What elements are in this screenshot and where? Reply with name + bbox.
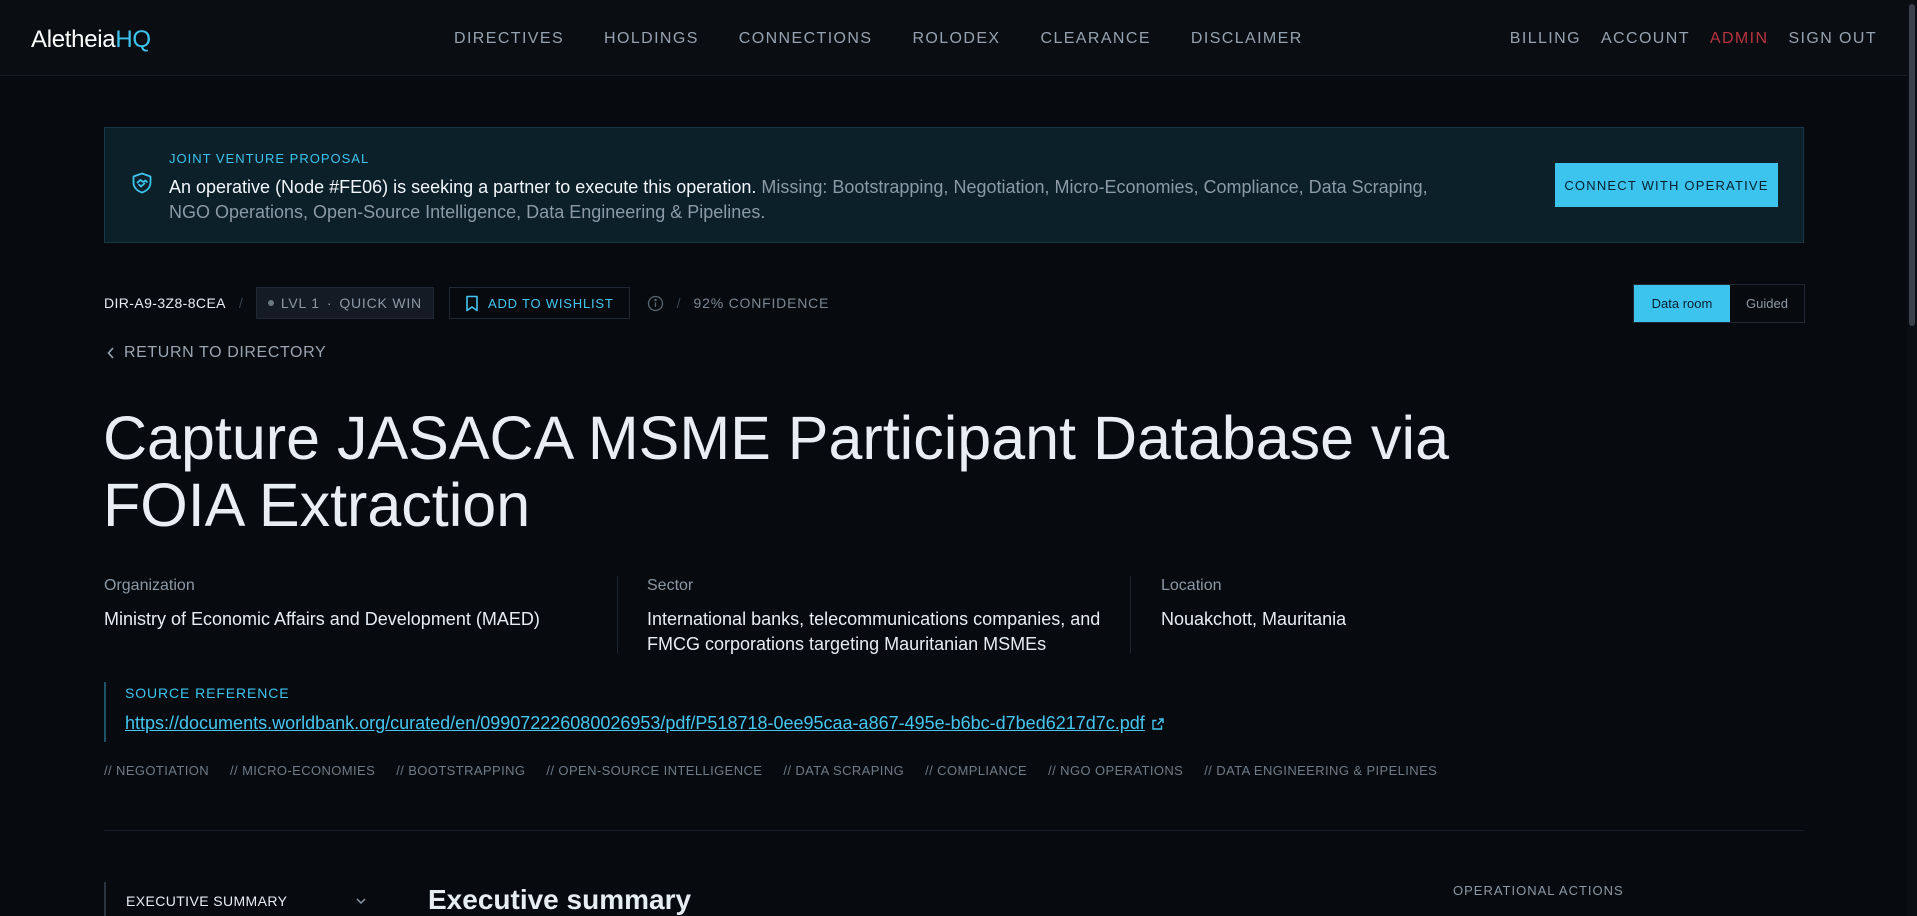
skill-tags: // NEGOTIATION // MICRO-ECONOMIES // BOO… (104, 763, 1437, 778)
banner-kicker: JOINT VENTURE PROPOSAL (169, 151, 370, 166)
nav-admin[interactable]: ADMIN (1710, 30, 1769, 48)
level-dot-icon (267, 300, 274, 306)
data-room-toggle[interactable]: Data room (1634, 285, 1730, 322)
tag[interactable]: // DATA SCRAPING (783, 763, 904, 778)
account-nav: BILLING ACCOUNT ADMIN SIGN OUT (1510, 30, 1877, 48)
primary-nav: DIRECTIVES HOLDINGS CONNECTIONS ROLODEX … (454, 30, 1343, 48)
nav-holdings[interactable]: HOLDINGS (604, 30, 699, 48)
wishlist-label: ADD TO WISHLIST (487, 295, 614, 311)
banner-headline: An operative (Node #FE06) is seeking a p… (169, 177, 757, 197)
tag[interactable]: // DATA ENGINEERING & PIPELINES (1204, 763, 1437, 778)
nav-disclaimer[interactable]: DISCLAIMER (1191, 30, 1303, 48)
nav-rolodex[interactable]: ROLODEX (912, 30, 1000, 48)
brand-name: Aletheia (31, 26, 116, 53)
location-label: Location (1161, 577, 1222, 594)
return-link-label: RETURN TO DIRECTORY (124, 344, 327, 361)
location-value: Nouakchott, Mauritania (1161, 609, 1347, 629)
location-block: Location Nouakchott, Mauritania (1161, 577, 1561, 632)
side-nav-executive-summary[interactable]: EXECUTIVE SUMMARY (104, 882, 368, 916)
source-label: SOURCE REFERENCE (125, 685, 290, 701)
tag[interactable]: // OPEN-SOURCE INTELLIGENCE (546, 763, 762, 778)
view-mode-toggle: Data room Guided (1633, 284, 1805, 323)
handshake-shield-icon (132, 172, 152, 194)
tag[interactable]: // NEGOTIATION (104, 763, 209, 778)
sector-block: Sector International banks, telecommunic… (647, 577, 1107, 657)
organization-value: Ministry of Economic Affairs and Develop… (104, 609, 540, 629)
joint-venture-banner: JOINT VENTURE PROPOSAL An operative (Nod… (104, 127, 1804, 243)
level-value: LVL 1 (280, 295, 320, 311)
sector-value: International banks, telecommunications … (647, 609, 1101, 654)
section-divider (104, 830, 1804, 831)
organization-label: Organization (104, 577, 195, 594)
nav-clearance[interactable]: CLEARANCE (1040, 30, 1150, 48)
divider-slash: / (238, 295, 243, 311)
connect-with-operative-button[interactable]: CONNECT WITH OPERATIVE (1555, 163, 1778, 207)
info-icon[interactable] (647, 295, 664, 312)
guided-toggle[interactable]: Guided (1730, 285, 1804, 322)
operational-actions-label: OPERATIONAL ACTIONS (1453, 883, 1624, 898)
nav-sign-out[interactable]: SIGN OUT (1788, 30, 1877, 48)
tag[interactable]: // MICRO-ECONOMIES (230, 763, 375, 778)
add-to-wishlist-button[interactable]: ADD TO WISHLIST (448, 287, 630, 319)
side-nav-label: EXECUTIVE SUMMARY (126, 893, 288, 909)
chevron-down-icon (356, 898, 366, 905)
page-scrollbar[interactable] (1907, 0, 1917, 916)
return-to-directory-link[interactable]: RETURN TO DIRECTORY (106, 344, 326, 362)
brand-logo[interactable]: AletheiaHQ (31, 26, 151, 54)
top-navbar: AletheiaHQ DIRECTIVES HOLDINGS CONNECTIO… (0, 0, 1917, 76)
tag[interactable]: // COMPLIANCE (925, 763, 1027, 778)
tag[interactable]: // NGO OPERATIONS (1048, 763, 1183, 778)
banner-message: An operative (Node #FE06) is seeking a p… (169, 175, 1449, 225)
divider-slash-2: / (676, 295, 681, 311)
confidence-score: 92% CONFIDENCE (693, 295, 830, 311)
scrollbar-thumb[interactable] (1909, 4, 1915, 326)
directive-id: DIR-A9-3Z8-8CEA (104, 295, 226, 311)
level-tag: QUICK WIN (339, 295, 422, 311)
chevron-left-icon (107, 347, 114, 359)
nav-billing[interactable]: BILLING (1510, 30, 1581, 48)
nav-directives[interactable]: DIRECTIVES (454, 30, 564, 48)
external-link-icon (1152, 717, 1164, 730)
column-divider (617, 576, 618, 653)
directive-meta-row: DIR-A9-3Z8-8CEA / LVL 1 · QUICK WIN ADD … (104, 287, 829, 319)
source-link[interactable]: https://documents.worldbank.org/curated/… (125, 713, 1165, 734)
nav-connections[interactable]: CONNECTIONS (739, 30, 873, 48)
level-separator: · (326, 295, 333, 311)
column-divider (1130, 576, 1131, 653)
bookmark-icon (466, 295, 478, 311)
brand-accent: HQ (115, 26, 151, 53)
source-url: https://documents.worldbank.org/curated/… (125, 713, 1145, 733)
nav-account[interactable]: ACCOUNT (1601, 30, 1690, 48)
organization-block: Organization Ministry of Economic Affair… (104, 577, 584, 632)
sector-label: Sector (647, 577, 694, 594)
source-reference: SOURCE REFERENCE https://documents.world… (104, 682, 1204, 742)
tag[interactable]: // BOOTSTRAPPING (396, 763, 525, 778)
level-badge: LVL 1 · QUICK WIN (255, 287, 434, 319)
executive-summary-heading: Executive summary (428, 884, 692, 915)
page-title: Capture JASACA MSME Participant Database… (103, 404, 1449, 539)
